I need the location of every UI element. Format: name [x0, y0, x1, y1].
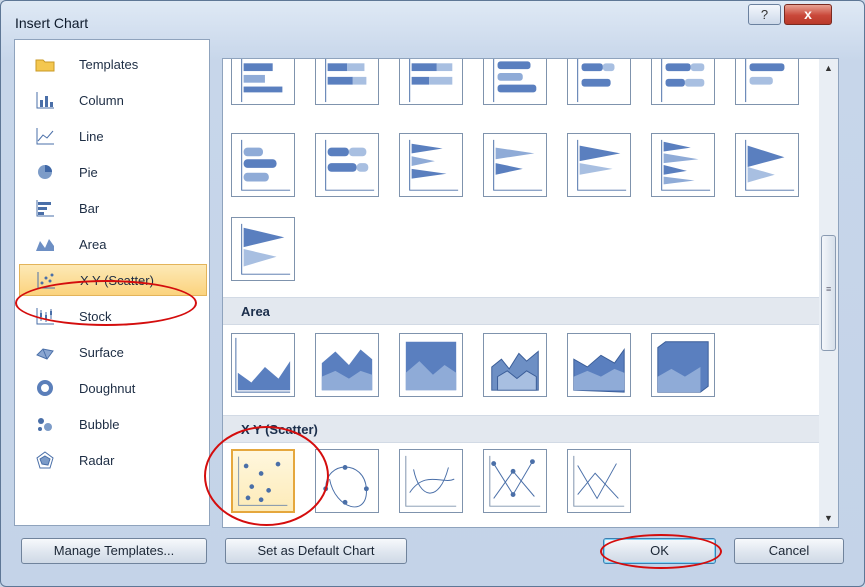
chart-thumb-cone-bar[interactable]	[735, 59, 799, 105]
chart-thumb-pyramid-100[interactable]	[231, 217, 295, 281]
scroll-down-arrow-icon[interactable]: ▼	[819, 509, 838, 527]
bar-chart-icon	[33, 198, 57, 218]
chart-thumb-cylinder-clustered[interactable]	[231, 133, 295, 197]
doughnut-chart-icon	[33, 378, 57, 398]
insert-chart-dialog: Insert Chart ? x Templates Column Line P…	[0, 0, 865, 587]
category-stock[interactable]: Stock	[19, 300, 207, 332]
chart-thumb-pyramid-clustered[interactable]	[651, 133, 715, 197]
chart-thumb-3d-area[interactable]	[483, 333, 547, 397]
chart-thumb-scatter-straight-markers[interactable]	[483, 449, 547, 513]
cancel-button[interactable]: Cancel	[734, 538, 844, 564]
chart-thumb-scatter-straight-lines[interactable]	[567, 449, 631, 513]
chart-thumb-scatter-markers-only[interactable]	[231, 449, 295, 513]
category-line[interactable]: Line	[19, 120, 207, 152]
manage-templates-button[interactable]: Manage Templates...	[21, 538, 207, 564]
category-column[interactable]: Column	[19, 84, 207, 116]
stock-chart-icon	[33, 306, 57, 326]
category-label: Column	[79, 92, 124, 108]
chart-thumb-3d-100-area[interactable]	[651, 333, 715, 397]
ok-button[interactable]: OK	[603, 538, 716, 564]
category-label: Surface	[79, 344, 124, 360]
scrollbar-thumb[interactable]: ≡	[821, 235, 836, 351]
category-xy-scatter[interactable]: X Y (Scatter)	[19, 264, 207, 296]
chart-thumb-cone-100[interactable]	[567, 133, 631, 197]
chart-thumb-cone-clustered[interactable]	[399, 133, 463, 197]
chart-category-list: Templates Column Line Pie Bar Area X Y (…	[14, 39, 210, 526]
chart-thumb-bar-3d-stacked[interactable]	[315, 59, 379, 105]
grip-icon: ≡	[826, 284, 832, 294]
chart-thumb-bar-3d-100[interactable]	[399, 59, 463, 105]
section-header-xy-scatter: X Y (Scatter)	[223, 415, 819, 443]
category-surface[interactable]: Surface	[19, 336, 207, 368]
category-doughnut[interactable]: Doughnut	[19, 372, 207, 404]
chart-thumb-cylinder-stacked[interactable]	[315, 133, 379, 197]
chart-thumb-cylinder-bar-100[interactable]	[651, 59, 715, 105]
category-label: Doughnut	[79, 380, 136, 396]
category-label: Radar	[79, 452, 115, 468]
title-bar: Insert Chart ? x	[1, 1, 864, 35]
chart-thumbnail-gallery: Area X Y (Scatter)	[222, 58, 820, 528]
category-label: Area	[79, 236, 107, 252]
chart-thumb-scatter-smooth-lines[interactable]	[399, 449, 463, 513]
category-label: Line	[79, 128, 104, 144]
category-label: Bar	[79, 200, 100, 216]
area-chart-icon	[33, 234, 57, 254]
category-bar[interactable]: Bar	[19, 192, 207, 224]
chart-thumb-cylinder-bar-stacked[interactable]	[567, 59, 631, 105]
templates-folder-icon	[33, 54, 57, 74]
category-label: Stock	[79, 308, 112, 324]
gallery-scrollbar[interactable]: ▲ ≡ ▼	[819, 58, 839, 528]
category-pie[interactable]: Pie	[19, 156, 207, 188]
category-label: Templates	[79, 56, 139, 72]
category-area[interactable]: Area	[19, 228, 207, 260]
chart-thumb-3d-stacked-area[interactable]	[567, 333, 631, 397]
section-header-area: Area	[223, 297, 819, 325]
chart-thumb-pyramid-stacked[interactable]	[735, 133, 799, 197]
scatter-chart-icon	[34, 270, 58, 290]
chart-thumb-cylinder-bar[interactable]	[483, 59, 547, 105]
surface-chart-icon	[33, 342, 57, 362]
chart-thumb-stacked-area[interactable]	[315, 333, 379, 397]
set-default-chart-button[interactable]: Set as Default Chart	[225, 538, 407, 564]
chart-thumb-bar-3d-clustered[interactable]	[231, 59, 295, 105]
chart-thumb-100-stacked-area[interactable]	[399, 333, 463, 397]
category-label: X Y (Scatter)	[80, 272, 154, 288]
line-chart-icon	[33, 126, 57, 146]
pie-chart-icon	[33, 162, 57, 182]
category-label: Bubble	[79, 416, 120, 432]
category-radar[interactable]: Radar	[19, 444, 207, 476]
close-button[interactable]: x	[784, 4, 832, 25]
dialog-title: Insert Chart	[15, 15, 89, 31]
category-templates[interactable]: Templates	[19, 48, 207, 80]
radar-chart-icon	[33, 450, 57, 470]
scroll-up-arrow-icon[interactable]: ▲	[819, 59, 838, 77]
help-button[interactable]: ?	[748, 4, 781, 25]
chart-thumb-cone-stacked[interactable]	[483, 133, 547, 197]
category-bubble[interactable]: Bubble	[19, 408, 207, 440]
category-label: Pie	[79, 164, 98, 180]
column-chart-icon	[33, 90, 57, 110]
chart-thumb-scatter-smooth-markers[interactable]	[315, 449, 379, 513]
chart-thumb-area[interactable]	[231, 333, 295, 397]
bubble-chart-icon	[33, 414, 57, 434]
